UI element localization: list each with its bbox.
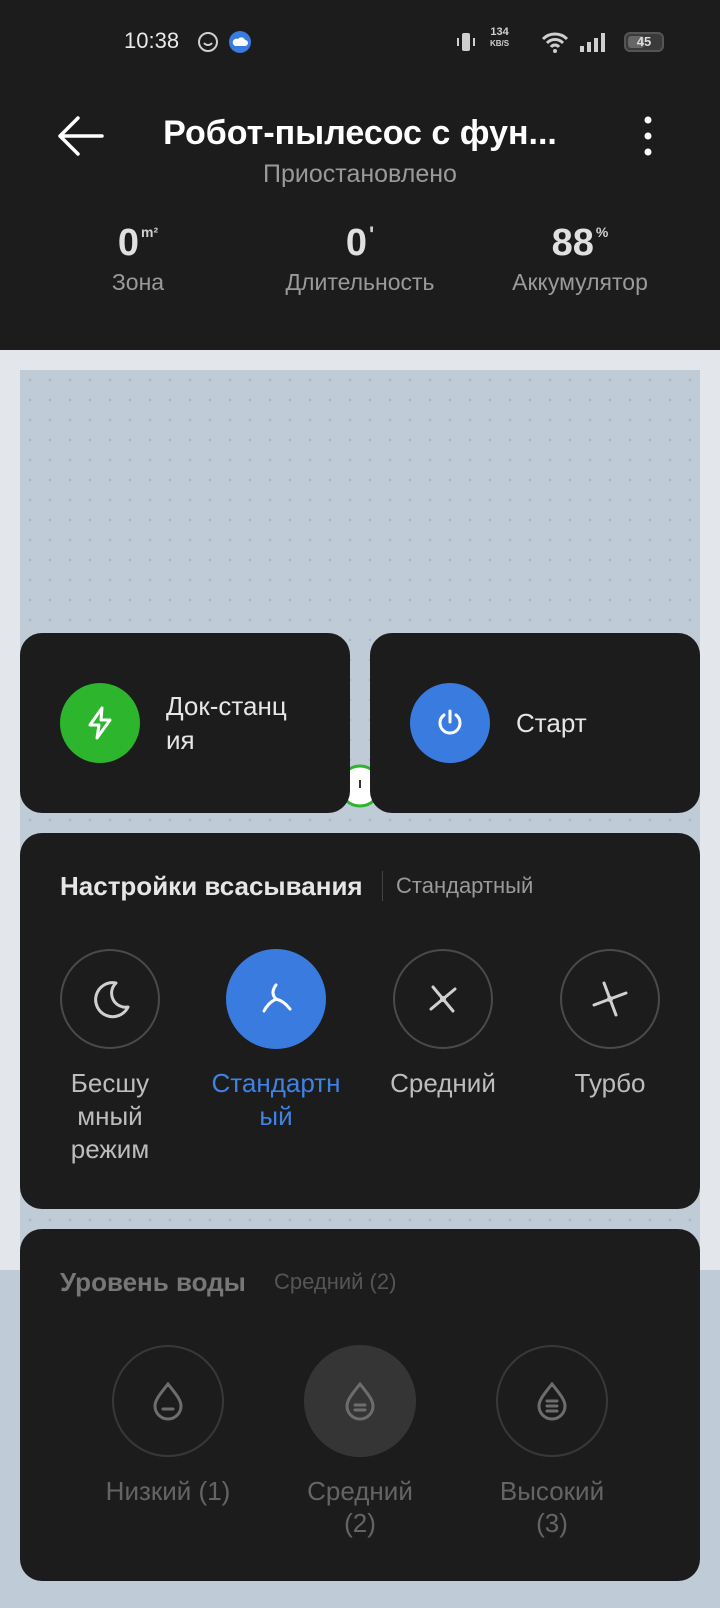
suction-mode-turbo-circle xyxy=(560,949,660,1049)
suction-mode-turbo[interactable]: Турбо xyxy=(535,949,685,1100)
suction-title: Настройки всасывания xyxy=(60,871,363,901)
suction-mode-silent-circle xyxy=(60,949,160,1049)
dock-icon-circle xyxy=(60,683,140,763)
header-panel: 10:38 134 KB/S 45 Робот-пылесос с фун...… xyxy=(0,0,720,350)
stat-battery-label: Аккумулятор xyxy=(512,269,648,295)
weather-cloud-icon xyxy=(229,31,251,53)
more-vertical-icon xyxy=(644,116,652,156)
more-menu-button[interactable] xyxy=(630,114,666,158)
water-level-low-label: Низкий (1) xyxy=(105,1476,231,1506)
suction-mode-medium-label: Средний xyxy=(390,1068,496,1098)
dnd-moon-icon xyxy=(198,32,218,52)
stat-duration-label: Длительность xyxy=(285,269,435,295)
water-level-low-circle xyxy=(112,1345,224,1457)
dock-button[interactable]: Док-станц ия xyxy=(20,633,350,813)
status-bar: 10:38 134 KB/S 45 xyxy=(0,20,720,64)
start-icon-circle xyxy=(410,683,490,763)
start-label: Старт xyxy=(516,708,587,738)
stat-battery: 88% Аккумулятор xyxy=(470,222,690,296)
suction-mode-medium-circle xyxy=(393,949,493,1049)
back-button[interactable] xyxy=(52,110,108,162)
water-level-card: Уровень воды Средний (2) Низкий (1) Сред… xyxy=(20,1229,700,1581)
water-level-medium-label: Средний (2) xyxy=(307,1476,413,1538)
back-arrow-icon xyxy=(58,116,104,156)
stat-area: 0 m² Зона xyxy=(28,222,248,296)
stat-area-value: 0 m² xyxy=(117,222,159,264)
suction-mode-turbo-label: Турбо xyxy=(574,1068,646,1098)
page-title: Робот-пылесос с фун... xyxy=(163,114,557,152)
network-speed-unit: KB/S xyxy=(490,39,510,48)
suction-mode-medium[interactable]: Средний xyxy=(368,949,518,1100)
water-level-medium[interactable]: Средний (2) xyxy=(270,1345,450,1539)
device-status: Приостановлено xyxy=(263,160,457,188)
start-button[interactable]: Старт xyxy=(370,633,700,813)
stat-duration-value: 0' xyxy=(345,222,375,264)
vibrate-icon xyxy=(457,33,475,51)
fan-medium-icon xyxy=(429,985,457,1013)
drop-medium-icon xyxy=(345,1381,375,1421)
drop-low-icon xyxy=(153,1381,183,1421)
suction-mode-standard-label: Стандартн ый xyxy=(211,1068,341,1131)
stat-duration: 0' Длительность xyxy=(250,222,470,296)
power-icon xyxy=(438,709,462,735)
stat-area-unit: m² xyxy=(141,224,159,240)
water-title: Уровень воды xyxy=(60,1267,246,1297)
stat-battery-value: 88% xyxy=(551,222,609,264)
fan-icon xyxy=(262,983,292,1013)
fan-turbo-icon xyxy=(592,981,628,1017)
drop-high-icon xyxy=(537,1381,567,1421)
lightning-icon xyxy=(88,706,112,740)
stat-battery-unit: % xyxy=(595,224,609,240)
suction-mode-standard[interactable]: Стандартн ый xyxy=(201,949,351,1133)
suction-mode-standard-circle xyxy=(226,949,326,1049)
suction-mode-silent[interactable]: Бесшу мный режим xyxy=(35,949,185,1166)
signal-icon xyxy=(580,33,605,52)
battery-level: 45 xyxy=(636,34,652,49)
water-level-high-label: Высокий (3) xyxy=(499,1476,605,1538)
water-level-high[interactable]: Высокий (3) xyxy=(462,1345,642,1539)
dock-label: Док-станц ия xyxy=(166,689,287,757)
network-speed-value: 134 xyxy=(490,26,509,38)
suction-divider xyxy=(382,871,383,901)
water-level-high-circle xyxy=(496,1345,608,1457)
water-current-value: Средний (2) xyxy=(274,1269,397,1294)
moon-icon xyxy=(94,981,130,1019)
dock-label-line1: Док-станц xyxy=(166,691,287,721)
battery-icon: 45 xyxy=(624,32,664,52)
water-level-medium-circle xyxy=(304,1345,416,1457)
water-level-low[interactable]: Низкий (1) xyxy=(78,1345,258,1507)
status-time: 10:38 xyxy=(124,28,180,53)
dock-label-line2: ия xyxy=(166,725,195,755)
stat-duration-unit: ' xyxy=(368,222,375,247)
wifi-icon xyxy=(541,32,569,53)
suction-settings-card: Настройки всасывания Стандартный Бесшу м… xyxy=(20,833,700,1209)
stat-area-label: Зона xyxy=(111,269,165,295)
suction-current-value: Стандартный xyxy=(396,873,534,898)
suction-mode-silent-label: Бесшу мный режим xyxy=(70,1068,150,1164)
network-speed: 134 KB/S xyxy=(490,26,509,50)
